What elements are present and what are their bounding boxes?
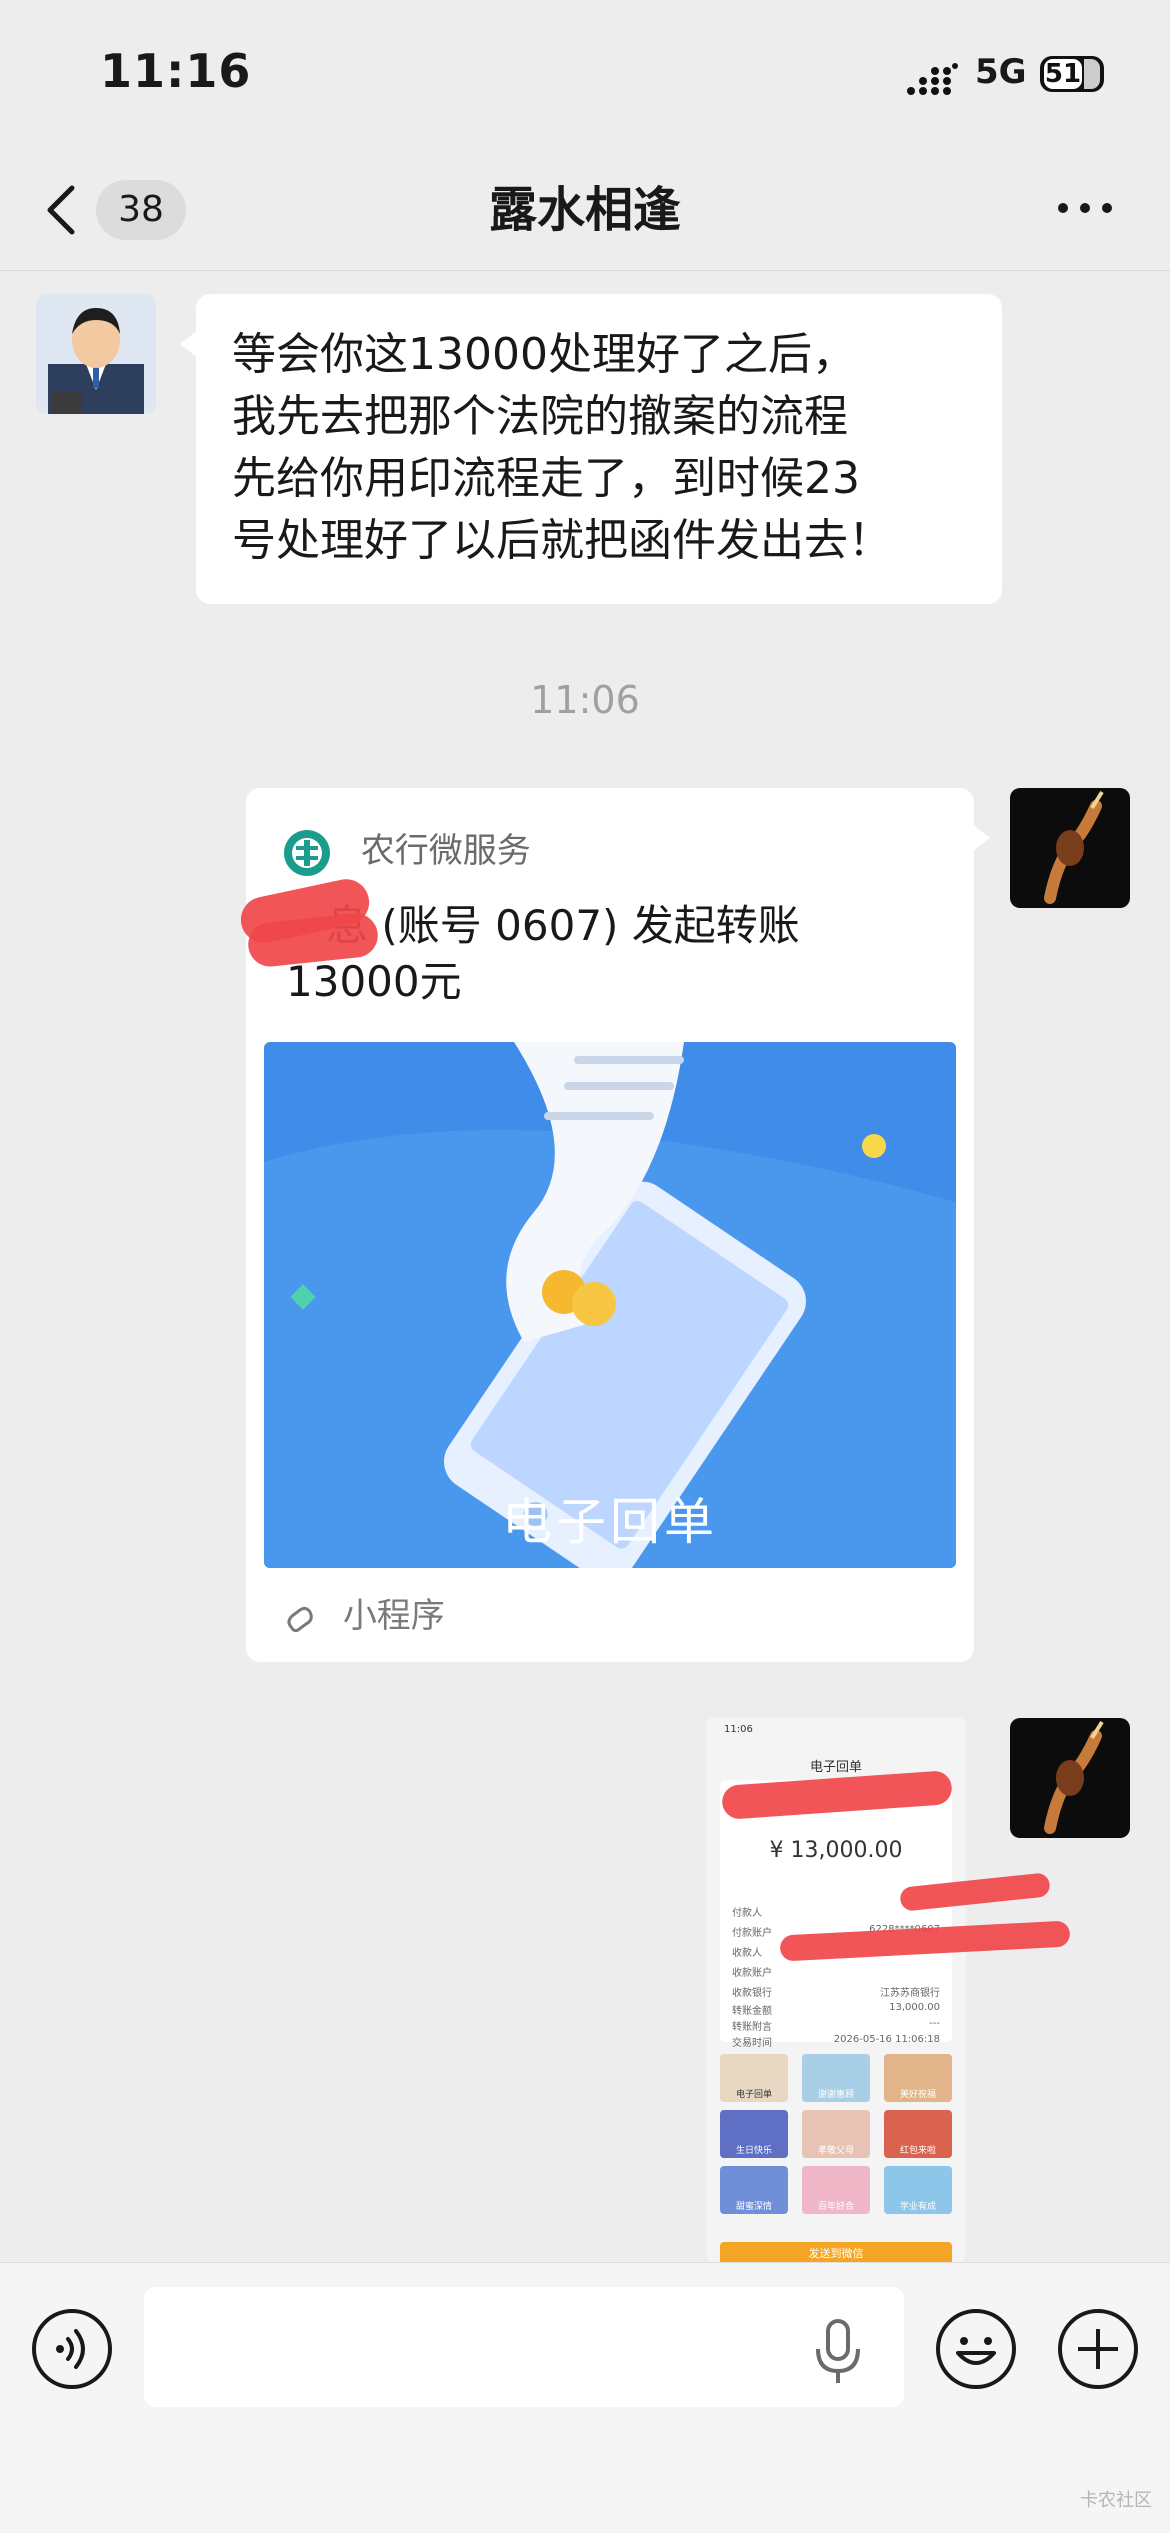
message-text: 等会你这13000处理好了之后， 我先去把那个法院的撤案的流程 先给你用印流程走…	[232, 329, 892, 566]
chat-header: 38 露水相逢	[0, 150, 1170, 271]
more-options-icon[interactable]	[1055, 188, 1115, 228]
message-timestamp: 11:06	[530, 678, 640, 722]
receipt-detail-card: ¥ 13,000.00 付款人 付款账户6228****0607 收款人 收款账…	[720, 1780, 952, 2049]
receipt-row: 收款银行 江苏苏商银行	[732, 1988, 940, 1999]
emoji-icon[interactable]	[934, 2307, 1018, 2391]
watermark: 卡农社区	[1080, 2490, 1152, 2511]
my-avatar[interactable]	[1010, 1718, 1130, 1838]
receipt-time: 11:06	[724, 1724, 753, 1735]
mini-program-icon	[287, 1606, 313, 1632]
abc-bank-logo-icon	[284, 829, 330, 876]
contact-avatar[interactable]	[36, 294, 156, 414]
microphone-icon[interactable]	[810, 2317, 866, 2387]
chat-title: 露水相逢	[488, 182, 681, 238]
greeting-tile: 甜蜜深情	[720, 2166, 788, 2214]
receipt-row: 转账金额 13,000.00	[732, 2002, 940, 2017]
my-avatar[interactable]	[1010, 788, 1130, 908]
network-type: 5G	[975, 52, 1027, 92]
greeting-tile: 谢谢惠顾	[802, 2054, 870, 2102]
banner-caption: 电子回单	[502, 1493, 718, 1551]
greeting-tile: 生日快乐	[720, 2110, 788, 2158]
battery-icon: 51	[1040, 56, 1104, 92]
greeting-tile: 红包来啦	[884, 2110, 952, 2158]
bank-transfer-card[interactable]: 农行微服务 息 (账号 0607) 发起转账 13000元 电子回单	[236, 788, 990, 1662]
receipt-amount: ¥ 13,000.00	[769, 1838, 903, 1863]
battery-level: 51	[1044, 59, 1082, 89]
card-source: 农行微服务	[282, 824, 531, 878]
incoming-message-bubble[interactable]: 等会你这13000处理好了之后， 我先去把那个法院的撤案的流程 先给你用印流程走…	[180, 294, 1002, 604]
status-bar: 11:16 5G 51	[0, 0, 1170, 150]
greeting-tile: 百年好合	[802, 2166, 870, 2214]
card-source-label: 农行微服务	[360, 831, 531, 871]
greeting-tile: 学业有成	[884, 2166, 952, 2214]
card-footer: 小程序	[282, 1588, 445, 1644]
greeting-tile: 电子回单	[720, 2054, 788, 2102]
greeting-tile: 美好祝福	[884, 2054, 952, 2102]
receipt-row: 交易时间 2026-05-16 11:06:18	[732, 2034, 940, 2049]
receipt-send-button: 发送到微信	[720, 2242, 952, 2262]
message-input[interactable]	[144, 2287, 904, 2407]
plus-icon[interactable]	[1056, 2307, 1140, 2391]
receipt-banner-image: 电子回单	[264, 1042, 956, 1568]
signal-icon	[907, 63, 958, 95]
status-time: 11:16	[100, 44, 252, 98]
voice-input-icon[interactable]	[30, 2307, 114, 2391]
greeting-tile: 孝敬父母	[802, 2110, 870, 2158]
mini-program-label: 小程序	[342, 1596, 445, 1636]
receipt-row: 收款账户	[732, 1968, 772, 1979]
receipt-status-bar: 11:06	[706, 1718, 966, 1738]
card-title: 息 (账号 0607) 发起转账 13000元	[286, 901, 800, 1006]
message-input-bar	[0, 2262, 1170, 2533]
receipt-row: 转账附言 ---	[732, 2018, 940, 2033]
